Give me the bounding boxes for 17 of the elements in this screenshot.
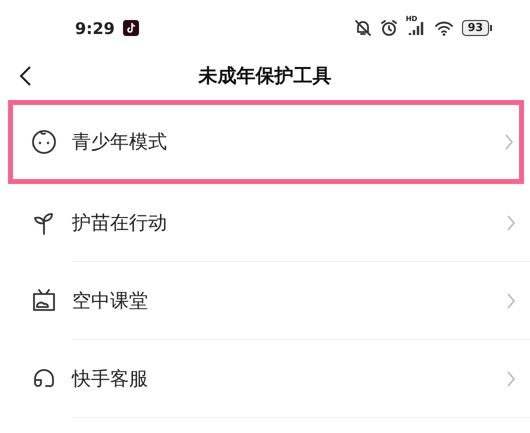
status-time: 9:29: [75, 18, 115, 38]
menu-item[interactable]: 空中课堂: [0, 262, 530, 340]
app-icon: [122, 20, 139, 36]
menu-item[interactable]: 快手客服: [0, 340, 530, 418]
back-icon[interactable]: [18, 65, 32, 87]
wifi-icon: [434, 19, 454, 37]
face-icon: [30, 128, 58, 156]
chevron-icon: [506, 292, 516, 310]
chevron-icon: [506, 214, 516, 232]
chevron-icon: [504, 133, 514, 151]
menu-item[interactable]: 青少年模式: [8, 100, 524, 184]
bell-off-icon: [354, 19, 372, 37]
page-title: 未成年保护工具: [198, 64, 332, 89]
chevron-icon: [506, 370, 516, 388]
alarm-icon: [380, 19, 398, 37]
menu-item[interactable]: 护苗在行动: [0, 184, 530, 262]
battery-icon: 93: [462, 20, 492, 36]
